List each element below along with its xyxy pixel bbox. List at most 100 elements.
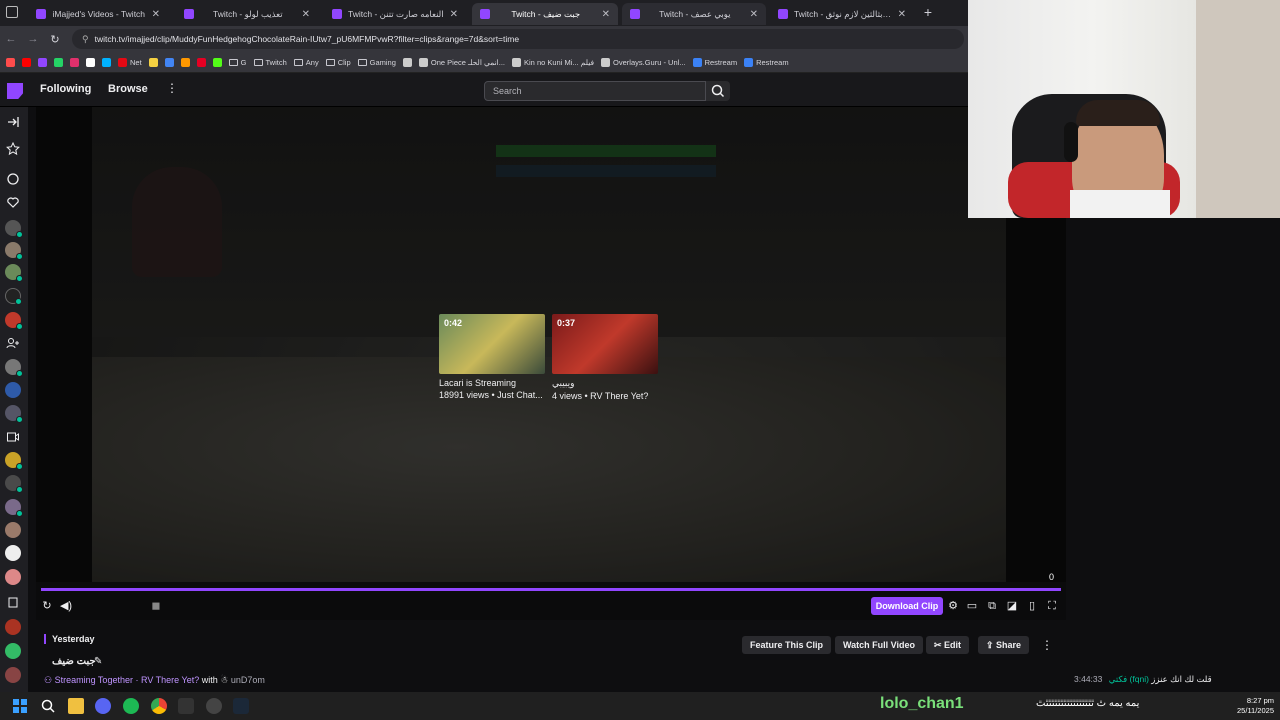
channel-avatar[interactable] [5, 312, 23, 330]
site-info-icon[interactable]: ⚲ [82, 34, 89, 45]
bookmark-item[interactable]: Net [118, 57, 142, 67]
bookmark-item[interactable]: One Piece انمي الحلـ... [418, 57, 505, 67]
clip-thumbnail[interactable]: 0:42 [439, 314, 545, 374]
channel-avatar[interactable] [5, 522, 21, 538]
bookmark-item[interactable]: Restream [744, 57, 789, 67]
replay-icon[interactable]: ↻ [40, 599, 54, 613]
more-menu-icon[interactable]: ⋮ [166, 81, 178, 95]
browse-link[interactable]: Browse [108, 83, 148, 95]
search-button[interactable] [706, 81, 730, 101]
channel-avatar[interactable] [5, 569, 21, 585]
channel-avatar[interactable] [5, 264, 23, 282]
channel-avatar[interactable] [5, 359, 23, 377]
with-user-link[interactable]: unD7om [231, 675, 265, 685]
spotify-icon[interactable] [123, 698, 139, 714]
theatre-mode-icon[interactable]: ▭ [965, 599, 979, 613]
close-tab-icon[interactable]: ✕ [602, 9, 610, 20]
channel-avatar[interactable] [5, 452, 23, 470]
tab-search-icon[interactable] [6, 6, 18, 18]
windows-start-icon[interactable] [12, 698, 28, 714]
clip-thumbnail[interactable]: 0:37 [552, 314, 658, 374]
reload-icon[interactable]: ↻ [44, 33, 66, 46]
back-icon[interactable]: ← [0, 33, 22, 45]
channel-avatar[interactable] [5, 545, 21, 561]
edit-title-icon[interactable]: ✎ [94, 656, 102, 667]
bookmark-item[interactable]: Overlays.Guru - Unl... [601, 57, 686, 67]
channel-avatar[interactable] [5, 242, 23, 260]
progress-bar[interactable] [41, 588, 1061, 591]
browser-tab[interactable]: iMajjed's Videos - Twitch ✕ [28, 3, 168, 25]
bookmark-item[interactable] [38, 57, 47, 67]
bookmark-item[interactable] [164, 57, 174, 67]
clip-tool-icon[interactable]: ⧉ [985, 599, 999, 613]
bookmark-item[interactable] [54, 57, 63, 67]
chat-username[interactable]: فكتي [1109, 674, 1127, 684]
obs-icon[interactable] [206, 698, 222, 714]
file-explorer-icon[interactable] [68, 698, 84, 714]
bookmark-item[interactable] [402, 57, 412, 67]
channel-avatar[interactable] [5, 405, 23, 423]
volume-slider-thumb[interactable]: ◼ [149, 599, 163, 613]
heart-icon[interactable] [6, 195, 20, 209]
bookmark-item[interactable] [102, 57, 111, 67]
recommended-clip[interactable]: 0:37 ويبيبي 4 views • RV There Yet? [552, 314, 658, 401]
streaming-together-label[interactable]: Streaming Together [55, 675, 133, 685]
channel-avatar[interactable] [5, 643, 21, 659]
system-clock[interactable]: 8:27 pm 25/11/2025 [1228, 696, 1274, 716]
channel-avatar[interactable] [5, 382, 21, 398]
browser-tab[interactable]: Twitch - تعذيب لولو ✕ [176, 3, 318, 25]
download-clip-button[interactable]: Download Clip [871, 597, 943, 615]
following-link[interactable]: Following [40, 83, 91, 95]
close-tab-icon[interactable]: ✕ [898, 9, 906, 20]
taskbar-search-icon[interactable] [40, 698, 56, 714]
picture-in-picture-icon[interactable]: ◪ [1005, 599, 1019, 613]
edit-button[interactable]: ✂ Edit [926, 636, 970, 654]
bookmark-item[interactable]: Gaming [357, 58, 396, 67]
bookmark-item[interactable]: Kin no Kuni Mi... فيلم [512, 57, 594, 67]
close-tab-icon[interactable]: ✕ [152, 9, 160, 20]
url-field[interactable]: ⚲ twitch.tv/imajjed/clip/MuddyFunHedgeho… [72, 29, 964, 49]
bookmark-item[interactable] [148, 57, 158, 67]
close-tab-icon[interactable]: ✕ [750, 9, 758, 20]
bookmark-item[interactable] [6, 57, 15, 67]
share-button[interactable]: ⇪ Share [978, 636, 1030, 654]
recommended-clip[interactable]: 0:42 Lacari is Streaming 18991 views • J… [439, 314, 545, 400]
bookmark-item[interactable]: Any [293, 58, 319, 67]
game-link[interactable]: RV There Yet? [141, 675, 199, 685]
layout-icon[interactable]: ▯ [1025, 599, 1039, 613]
discord-icon[interactable] [95, 698, 111, 714]
browser-tab[interactable]: Twitch - النعامه صارت تتنن ✕ [324, 3, 466, 25]
add-friend-icon[interactable] [6, 336, 20, 350]
steam-icon[interactable] [233, 698, 249, 714]
channel-avatar[interactable] [5, 619, 21, 635]
bookmark-item[interactable] [70, 57, 79, 67]
chrome-icon[interactable] [151, 698, 167, 714]
forward-icon[interactable]: → [22, 33, 44, 45]
star-icon[interactable] [6, 142, 20, 156]
channel-avatar[interactable] [5, 475, 23, 493]
more-options-icon[interactable]: ⋮ [1041, 638, 1053, 652]
app-icon[interactable] [178, 698, 194, 714]
browser-tab[interactable]: Twitch - يوبي عصف ✕ [622, 3, 766, 25]
bookmark-item[interactable] [180, 57, 190, 67]
expand-sidebar-icon[interactable] [6, 115, 20, 129]
bookmark-item[interactable]: Clip [325, 58, 351, 67]
fullscreen-icon[interactable]: ⛶ [1045, 599, 1059, 613]
clip-title[interactable]: ويبيبي [552, 378, 658, 389]
chat-handle[interactable]: (fqni) [1130, 674, 1149, 684]
video-icon[interactable] [6, 430, 20, 444]
bookmark-item[interactable] [212, 57, 222, 67]
close-tab-icon[interactable]: ✕ [302, 9, 310, 20]
twitch-logo-icon[interactable] [7, 83, 23, 99]
channel-avatar[interactable] [5, 220, 23, 238]
bookmark-item[interactable] [86, 57, 95, 67]
volume-icon[interactable]: ◀) [59, 599, 73, 613]
bookmark-item[interactable]: Restream [692, 57, 737, 67]
browser-tab-active[interactable]: Twitch - جبت ضيف ✕ [472, 3, 618, 25]
feature-clip-button[interactable]: Feature This Clip [742, 636, 832, 654]
channel-avatar[interactable] [5, 499, 23, 517]
bookmark-item[interactable]: G [228, 58, 247, 67]
bookmark-item[interactable] [196, 57, 206, 67]
new-tab-button[interactable]: + [920, 4, 936, 20]
bookmark-item[interactable] [22, 57, 31, 67]
